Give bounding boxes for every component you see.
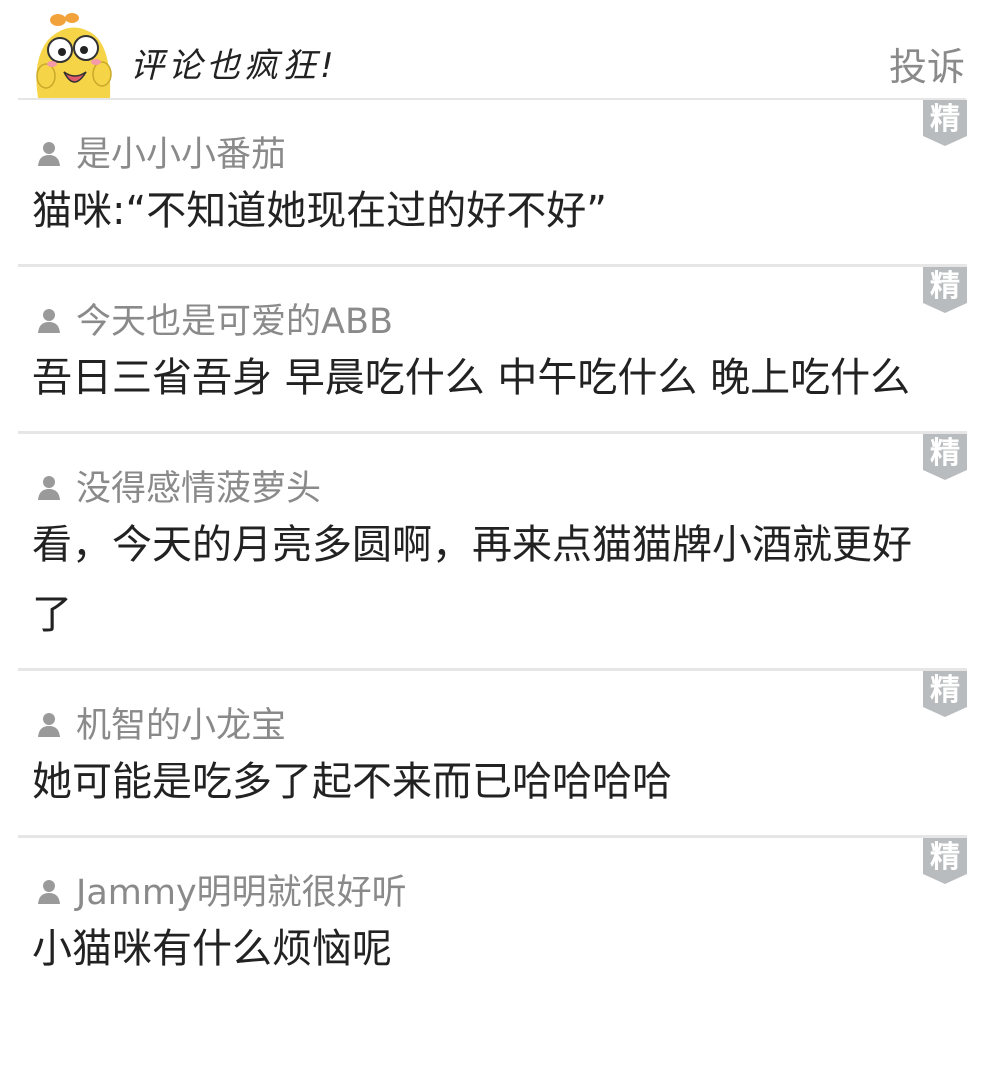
comment-text: 她可能是吃多了起不来而已哈哈哈哈: [32, 759, 672, 805]
comment-item: Jammy明明就很好听 精 小猫咪有什么烦恼呢: [18, 838, 967, 1002]
comment-text: 小猫咪有什么烦恼呢: [32, 926, 392, 972]
featured-badge-label: 精: [930, 673, 960, 708]
comment-username[interactable]: 没得感情菠萝头: [76, 460, 321, 511]
comment-username[interactable]: 是小小小番茄: [76, 126, 286, 177]
mascot-icon: [36, 13, 112, 98]
user-icon: [38, 713, 60, 737]
comment-header: Jammy明明就很好听 精: [32, 838, 967, 914]
comment-item: 机智的小龙宝 精 她可能是吃多了起不来而已哈哈哈哈: [18, 671, 967, 838]
comment-username[interactable]: Jammy明明就很好听: [76, 864, 407, 915]
comment-item: 没得感情菠萝头 精 看，今天的月亮多圆啊，再来点猫猫牌小酒就更好了: [18, 434, 967, 671]
comment-item: 是小小小番茄 精 猫咪:“不知道她现在过的好不好”: [18, 100, 967, 267]
featured-badge-label: 精: [930, 102, 960, 137]
comment-item: 今天也是可爱的ABB 精 吾日三省吾身 早晨吃什么 中午吃什么 晚上吃什么: [18, 267, 967, 434]
featured-badge: 精: [923, 671, 967, 717]
featured-badge: 精: [923, 100, 967, 146]
comment-text: 看，今天的月亮多圆啊，再来点猫猫牌小酒就更好了: [32, 522, 912, 638]
report-link[interactable]: 投诉: [889, 36, 965, 91]
featured-badge-label: 精: [930, 840, 960, 875]
comment-header: 今天也是可爱的ABB 精: [32, 267, 967, 343]
featured-badge: 精: [923, 267, 967, 313]
comments-header: 评论也疯狂! 投诉: [0, 0, 987, 100]
user-icon: [38, 309, 60, 333]
user-icon: [38, 476, 60, 500]
comment-text: 猫咪:“不知道她现在过的好不好”: [32, 188, 607, 234]
comment-username[interactable]: 今天也是可爱的ABB: [76, 293, 393, 344]
comment-header: 是小小小番茄 精: [32, 100, 967, 176]
featured-badge: 精: [923, 838, 967, 884]
featured-badge: 精: [923, 434, 967, 480]
comment-header: 机智的小龙宝 精: [32, 671, 967, 747]
user-icon: [38, 142, 60, 166]
comment-list: 是小小小番茄 精 猫咪:“不知道她现在过的好不好” 今天也是可爱的ABB 精 吾…: [0, 100, 987, 1002]
comment-username[interactable]: 机智的小龙宝: [76, 697, 286, 748]
comment-text: 吾日三省吾身 早晨吃什么 中午吃什么 晚上吃什么: [32, 355, 911, 401]
featured-badge-label: 精: [930, 436, 960, 471]
header-title: 评论也疯狂!: [130, 46, 338, 86]
user-icon: [38, 880, 60, 904]
comment-header: 没得感情菠萝头 精: [32, 434, 967, 510]
featured-badge-label: 精: [930, 269, 960, 304]
